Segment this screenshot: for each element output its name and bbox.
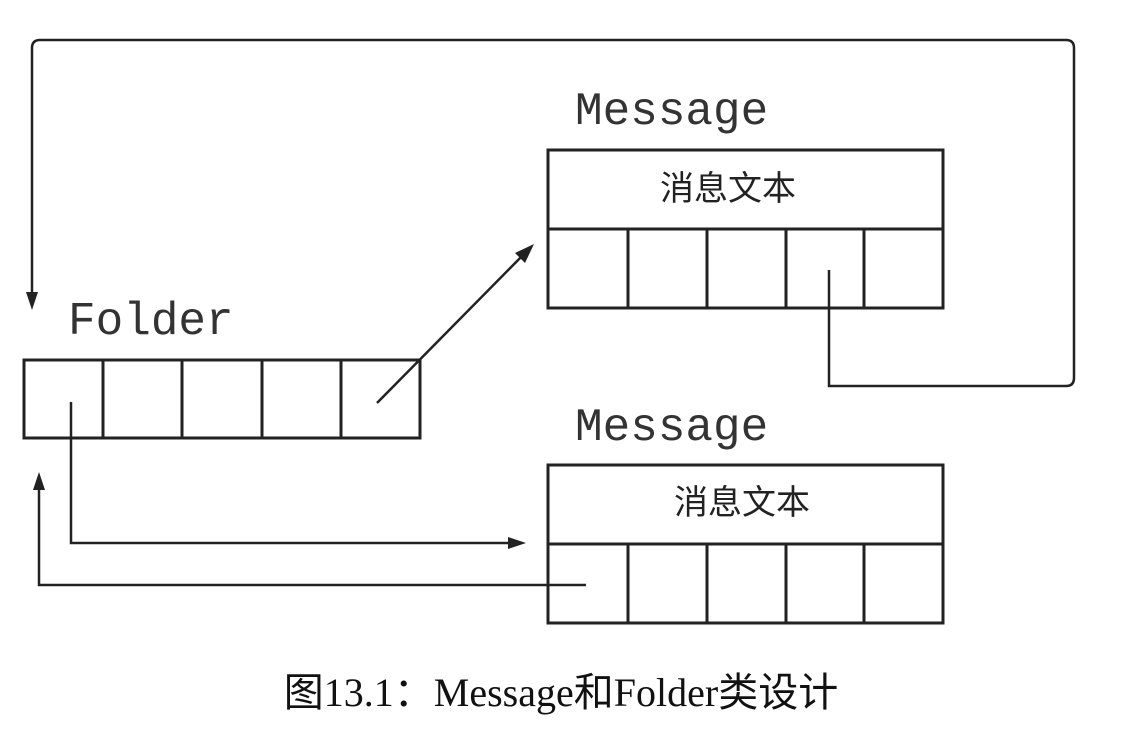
message-top-text-cell: 消息文本	[660, 169, 796, 209]
bottom-message-to-folder-arrow	[33, 472, 586, 587]
message-top-label: Message	[575, 86, 768, 138]
folder-pointer-array	[22, 358, 422, 440]
message-top-box: 消息文本	[546, 148, 945, 310]
message-bottom-box: 消息文本	[546, 463, 945, 625]
folder-label: Folder	[68, 296, 234, 348]
folder-to-top-message-arrow	[376, 244, 534, 404]
folder-to-bottom-message-arrow	[69, 402, 526, 549]
message-bottom-text-cell: 消息文本	[674, 483, 810, 523]
folder-array-box	[22, 358, 422, 440]
folder-message-diagram: Folder Message 消息文本 Message 消息文本 图13.1：M…	[22, 38, 1076, 715]
message-bottom-label: Message	[575, 402, 768, 454]
figure-caption: 图13.1：Message和Folder类设计	[284, 670, 838, 715]
